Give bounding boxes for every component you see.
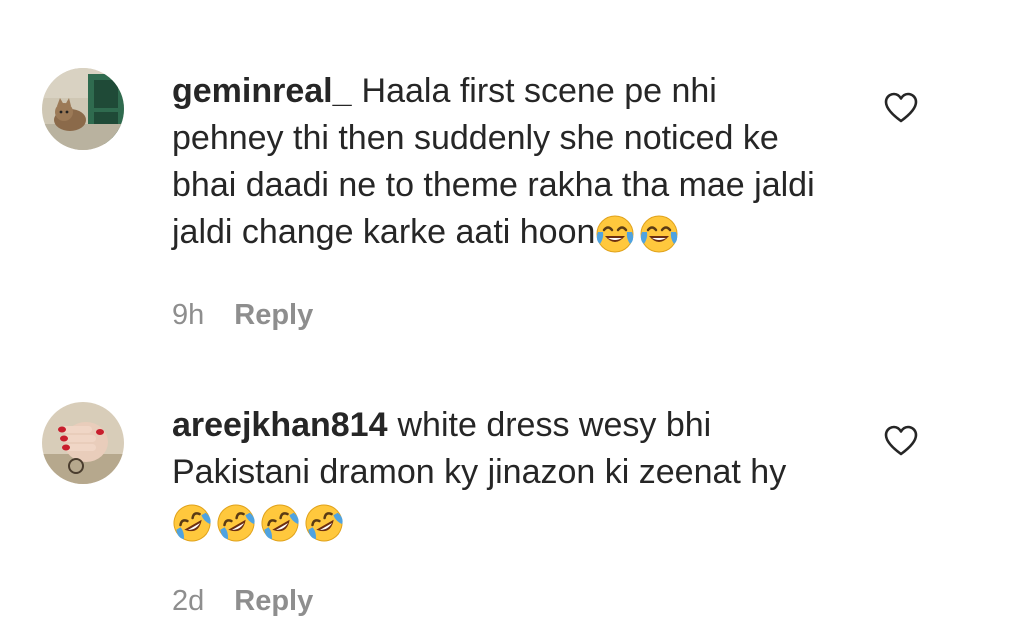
comment-text-block: geminreal_ Haala first scene pe nhi pehne… (172, 68, 832, 256)
comment-text-block: areejkhan814 white dress wesy bhi Pakista… (172, 402, 832, 543)
rolling-on-floor-laughing-icon (173, 504, 211, 542)
username-link[interactable]: geminreal_ (172, 72, 352, 110)
avatar[interactable] (42, 68, 124, 150)
emoji-group (595, 214, 679, 254)
emoji-group (172, 503, 344, 543)
cat-in-window-avatar-icon (42, 68, 124, 150)
hands-with-red-nails-avatar-icon (42, 402, 124, 484)
timestamp: 9h (172, 299, 205, 331)
reply-button[interactable]: Reply (234, 299, 313, 332)
comment-meta: 2d Reply (172, 585, 313, 618)
like-heart-icon[interactable] (884, 92, 918, 124)
rolling-on-floor-laughing-icon (305, 504, 343, 542)
rolling-on-floor-laughing-icon (217, 504, 255, 542)
like-heart-icon[interactable] (884, 425, 918, 457)
reply-button[interactable]: Reply (234, 585, 313, 618)
rolling-on-floor-laughing-icon (261, 504, 299, 542)
cropped-top-fragment (240, 0, 330, 4)
username-link[interactable]: areejkhan814 (172, 406, 388, 444)
timestamp: 2d (172, 585, 205, 617)
avatar[interactable] (42, 402, 124, 484)
face-with-tears-of-joy-icon (640, 215, 678, 253)
comment-meta: 9h Reply (172, 299, 313, 332)
face-with-tears-of-joy-icon (596, 215, 634, 253)
